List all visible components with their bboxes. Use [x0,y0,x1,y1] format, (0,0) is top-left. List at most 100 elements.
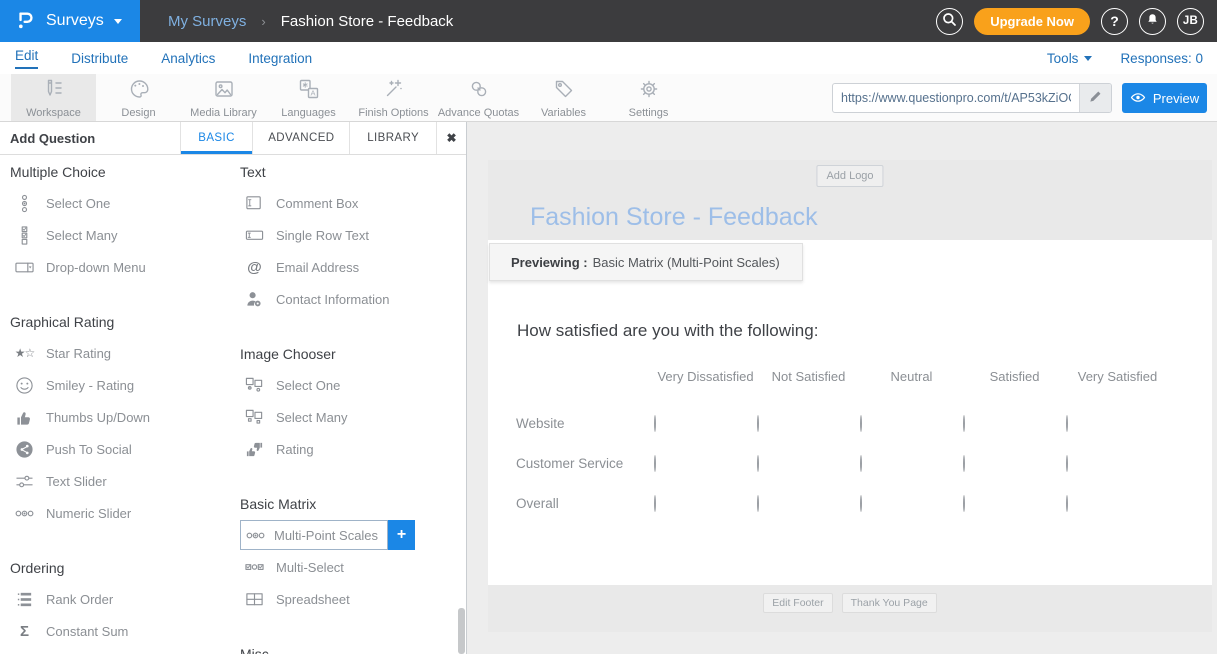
panel-scrollbar-thumb[interactable] [458,608,465,654]
thank-you-page-button[interactable]: Thank You Page [842,593,937,613]
tool-finish-options[interactable]: Finish Options [351,74,436,121]
app-root: Surveys My Surveys › Fashion Store - Fee… [0,0,1217,654]
responses-count[interactable]: Responses: 0 [1120,51,1203,66]
matrix-body: Website Customer Service [516,403,1172,523]
tool-advance-quotas[interactable]: Advance Quotas [436,74,521,121]
matrix-radio[interactable] [1066,415,1068,432]
preview-button[interactable]: Preview [1122,83,1207,113]
tab-distribute[interactable]: Distribute [71,51,128,66]
select-many-icon [14,225,35,245]
settings-icon [637,77,661,104]
qtype-drag-and-drop[interactable]: Drag and Drop [10,647,234,654]
matrix-radio[interactable] [963,495,965,512]
survey-nav: Edit Distribute Analytics Integration To… [0,42,1217,74]
qtype-comment-box[interactable]: Comment Box [240,187,458,219]
notifications-button[interactable] [1139,8,1166,35]
qtype-multi-select[interactable]: Multi-Select [240,551,458,583]
tab-advanced[interactable]: ADVANCED [252,122,349,154]
matrix-radio[interactable] [860,495,862,512]
section-title: Ordering [10,553,234,583]
matrix-radio[interactable] [860,415,862,432]
tab-basic[interactable]: BASIC [180,122,253,154]
qtype-email-address[interactable]: @ Email Address [240,251,458,283]
bell-icon [1145,12,1160,30]
question-types-column-2: Text Comment Box Single Row Text @ Email… [240,155,458,654]
add-question-button[interactable]: + [388,520,415,550]
tool-design[interactable]: Design [96,74,181,121]
section-title: Multiple Choice [10,157,234,187]
matrix-radio[interactable] [963,455,965,472]
tool-media-library[interactable]: Media Library [181,74,266,121]
matrix-radio[interactable] [1066,455,1068,472]
work-area: Add Question BASIC ADVANCED LIBRARY ✖ Mu… [0,122,1217,654]
tools-menu[interactable]: Tools [1047,51,1093,66]
qtype-single-row-text[interactable]: Single Row Text [240,219,458,251]
tool-variables[interactable]: Variables [521,74,606,121]
matrix-radio[interactable] [757,495,759,512]
qtype-label: Numeric Slider [46,506,131,521]
question-types-column-1: Multiple Choice Select One Select Many D… [10,155,234,654]
numeric-slider-icon [14,503,35,523]
tab-edit[interactable]: Edit [15,48,38,69]
matrix-radio[interactable] [963,415,965,432]
qtype-label: Contact Information [276,292,389,307]
section-title: Text [240,157,458,187]
add-question-panel: Add Question BASIC ADVANCED LIBRARY ✖ Mu… [0,122,467,654]
matrix-question: Very Dissatisfied Not Satisfied Neutral … [516,360,1172,523]
qtype-dropdown-menu[interactable]: Drop-down Menu [10,251,234,283]
survey-url-input[interactable] [833,84,1079,112]
qtype-multi-point-scales-selected[interactable]: Multi-Point Scales + [240,520,458,550]
matrix-radio[interactable] [654,455,656,472]
add-logo-button[interactable]: Add Logo [816,165,883,187]
qtype-select-one[interactable]: Select One [10,187,234,219]
selected-question-type-box[interactable]: Multi-Point Scales [240,520,388,550]
qtype-smiley-rating[interactable]: Smiley - Rating [10,369,234,401]
tool-languages[interactable]: A Languages [266,74,351,121]
qtype-label: Rank Order [46,592,113,607]
qtype-contact-information[interactable]: Contact Information [240,283,458,315]
qtype-select-many[interactable]: Select Many [10,219,234,251]
matrix-row-label: Overall [516,496,654,511]
edit-footer-button[interactable]: Edit Footer [763,593,832,613]
tab-integration[interactable]: Integration [248,51,312,66]
breadcrumb-parent[interactable]: My Surveys [168,13,246,30]
close-icon: ✖ [447,131,457,145]
matrix-radio[interactable] [757,455,759,472]
qtype-image-select-many[interactable]: Select Many [240,401,458,433]
close-panel-button[interactable]: ✖ [436,122,466,154]
qtype-thumbs-up-down[interactable]: Thumbs Up/Down [10,401,234,433]
languages-icon: A [297,77,321,104]
upgrade-now-button[interactable]: Upgrade Now [974,8,1090,35]
matrix-radio[interactable] [860,455,862,472]
edit-url-button[interactable] [1079,84,1111,112]
qtype-constant-sum[interactable]: Σ Constant Sum [10,615,234,647]
share-icon [14,439,35,459]
matrix-radio[interactable] [654,495,656,512]
qtype-label: Select One [46,196,110,211]
breadcrumb: My Surveys › Fashion Store - Feedback [168,13,453,30]
qtype-label: Spreadsheet [276,592,350,607]
advance-quotas-icon [467,77,491,104]
tool-workspace[interactable]: Workspace [11,74,96,121]
qtype-star-rating[interactable]: ★☆ Star Rating [10,337,234,369]
product-name: Surveys [46,12,104,30]
tab-analytics[interactable]: Analytics [161,51,215,66]
matrix-radio[interactable] [1066,495,1068,512]
search-button[interactable] [936,8,963,35]
tab-library[interactable]: LIBRARY [349,122,436,154]
qtype-spreadsheet[interactable]: Spreadsheet [240,583,458,615]
panel-header: Add Question BASIC ADVANCED LIBRARY ✖ [0,122,466,155]
tool-settings[interactable]: Settings [606,74,691,121]
qtype-push-to-social[interactable]: Push To Social [10,433,234,465]
user-avatar[interactable]: JB [1177,8,1204,35]
product-menu[interactable]: Surveys [0,0,140,42]
qtype-rank-order[interactable]: Rank Order [10,583,234,615]
qtype-image-rating[interactable]: Rating [240,433,458,465]
matrix-radio[interactable] [654,415,656,432]
qtype-numeric-slider[interactable]: Numeric Slider [10,497,234,529]
qtype-image-select-one[interactable]: Select One [240,369,458,401]
qtype-text-slider[interactable]: Text Slider [10,465,234,497]
help-button[interactable]: ? [1101,8,1128,35]
matrix-row-customer-service: Customer Service [516,443,1172,483]
matrix-radio[interactable] [757,415,759,432]
